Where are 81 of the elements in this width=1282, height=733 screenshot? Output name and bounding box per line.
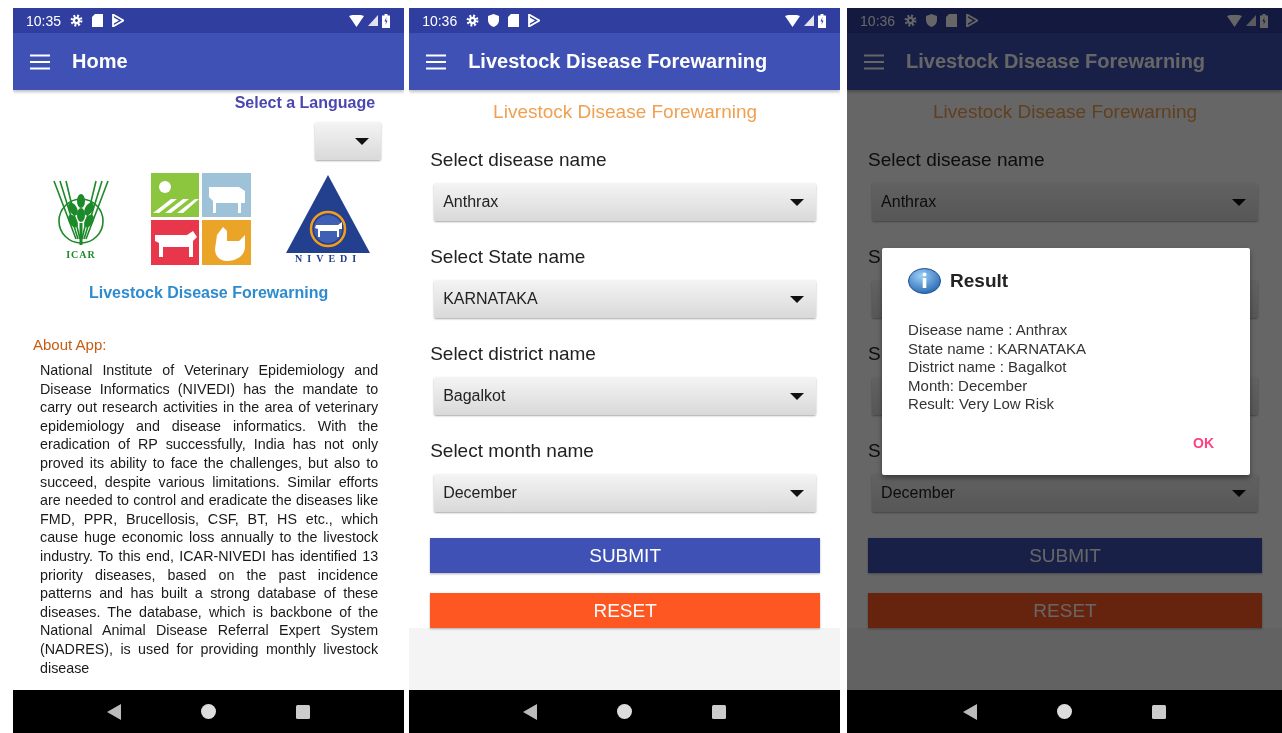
dropdown[interactable]: KARNATAKA xyxy=(434,280,817,318)
triangle-cow-emblem-icon xyxy=(286,174,371,253)
dropdown[interactable]: Anthrax xyxy=(434,183,817,221)
back-icon[interactable] xyxy=(523,703,538,720)
result-line: Disease name : Anthrax xyxy=(908,321,1069,340)
form-heading: Livestock Disease Forewarning xyxy=(492,100,759,124)
recents-icon[interactable] xyxy=(296,704,311,719)
shield-icon xyxy=(926,14,938,27)
gear-icon xyxy=(904,14,918,27)
battery-icon xyxy=(382,13,391,28)
dropdown[interactable]: December xyxy=(872,474,1258,512)
app-bar-title: Livestock Disease Forewarning xyxy=(468,50,768,73)
language-label: Select a Language xyxy=(234,94,376,112)
sd-card-icon xyxy=(92,14,104,27)
dropdown[interactable]: Bagalkot xyxy=(434,377,817,415)
wifi-icon xyxy=(785,14,801,27)
field-label: Select disease name xyxy=(430,148,607,172)
about-paragraph: National Institute of Veterinary Epidemiology and Disease Informatics (NIVEDI) has the mandate to carry out research activities in the area of veterinary epidemiology and disease informatics. With the eradication of RP successfully, India has not only proved its ability to face the challenges, but also to succeed, despite various limitations. Similar efforts are needed to control and eradicate the diseases like FMD, PPR, Brucellosis, CSF, BT, HS etc., which cause huge economic loss annually to the livestock industry. To this end, ICAR-NIVEDI has identified 13 priority diseases, based on the past incidence patterns and has built a strong database of these diseases. The database, which is backbone of the National Animal Disease Referral Expert System (NADRES), is used for providing monthly livestock disease xyxy=(40,361,379,678)
about-heading: About App: xyxy=(33,336,108,353)
battery-icon xyxy=(1260,13,1268,28)
recents-icon[interactable] xyxy=(712,704,727,719)
caret-icon xyxy=(790,489,805,497)
back-icon[interactable] xyxy=(107,703,122,720)
status-time: 10:36 xyxy=(860,12,896,29)
status-time: 10:35 xyxy=(26,12,62,29)
home-icon[interactable] xyxy=(1057,704,1073,719)
dropdown[interactable]: Anthrax xyxy=(872,183,1258,221)
caret-icon xyxy=(1232,489,1246,497)
ok-button[interactable]: OK xyxy=(1183,429,1225,457)
battery-icon xyxy=(818,13,827,28)
status-time: 10:36 xyxy=(422,12,458,29)
field-label: Select month name xyxy=(430,439,594,463)
result-line: State name : KARNATAKA xyxy=(908,339,1087,358)
field-label: S xyxy=(868,342,881,366)
logo-caption: ICAR xyxy=(66,248,96,260)
sd-card-icon xyxy=(946,14,958,27)
form-heading: Livestock Disease Forewarning xyxy=(932,100,1199,124)
signal-icon xyxy=(804,15,815,26)
field-label: Select district name xyxy=(430,342,596,366)
wifi-icon xyxy=(349,14,365,27)
logo-caption: NIVEDI xyxy=(295,252,362,264)
signal-icon xyxy=(1246,15,1256,26)
app-name: Livestock Disease Forewarning xyxy=(87,284,330,302)
caret-icon xyxy=(790,295,805,303)
menu-icon[interactable] xyxy=(30,53,50,70)
reset-button[interactable]: RESET xyxy=(868,593,1262,628)
shield-icon xyxy=(488,14,500,27)
signal-icon xyxy=(368,15,379,26)
play-icon xyxy=(528,14,541,27)
dropdown[interactable]: December xyxy=(434,474,817,512)
gear-icon xyxy=(466,14,480,27)
app-bar-title: Livestock Disease Forewarning xyxy=(906,50,1206,73)
app-bar-title: Home xyxy=(72,50,128,73)
result-line: District name : Bagalkot xyxy=(908,358,1068,377)
home-icon[interactable] xyxy=(201,704,217,719)
info-icon xyxy=(908,268,942,294)
caret-icon xyxy=(790,392,805,400)
dropdown[interactable] xyxy=(315,122,382,160)
result-line: Month: December xyxy=(908,376,1029,395)
result-line: Result: Very Low Risk xyxy=(908,395,1055,414)
gear-icon xyxy=(70,14,84,27)
field-label: S xyxy=(868,439,881,463)
recents-icon[interactable] xyxy=(1152,704,1167,719)
field-label: S xyxy=(868,245,881,269)
sd-card-icon xyxy=(508,14,520,27)
field-label: Select State name xyxy=(430,245,586,269)
back-icon[interactable] xyxy=(963,703,978,720)
submit-button[interactable]: SUBMIT xyxy=(430,538,821,573)
play-icon xyxy=(966,14,979,27)
caret-icon xyxy=(1232,198,1246,206)
wifi-icon xyxy=(1227,14,1242,27)
caret-icon xyxy=(355,137,370,145)
field-label: Select disease name xyxy=(868,148,1045,172)
menu-icon[interactable] xyxy=(426,53,447,70)
home-icon[interactable] xyxy=(617,704,633,719)
play-icon xyxy=(112,14,125,27)
dialog-title: Result xyxy=(950,270,1009,292)
submit-button[interactable]: SUBMIT xyxy=(868,538,1262,573)
menu-icon[interactable] xyxy=(864,53,885,70)
caret-icon xyxy=(790,198,805,206)
reset-button[interactable]: RESET xyxy=(430,593,821,628)
